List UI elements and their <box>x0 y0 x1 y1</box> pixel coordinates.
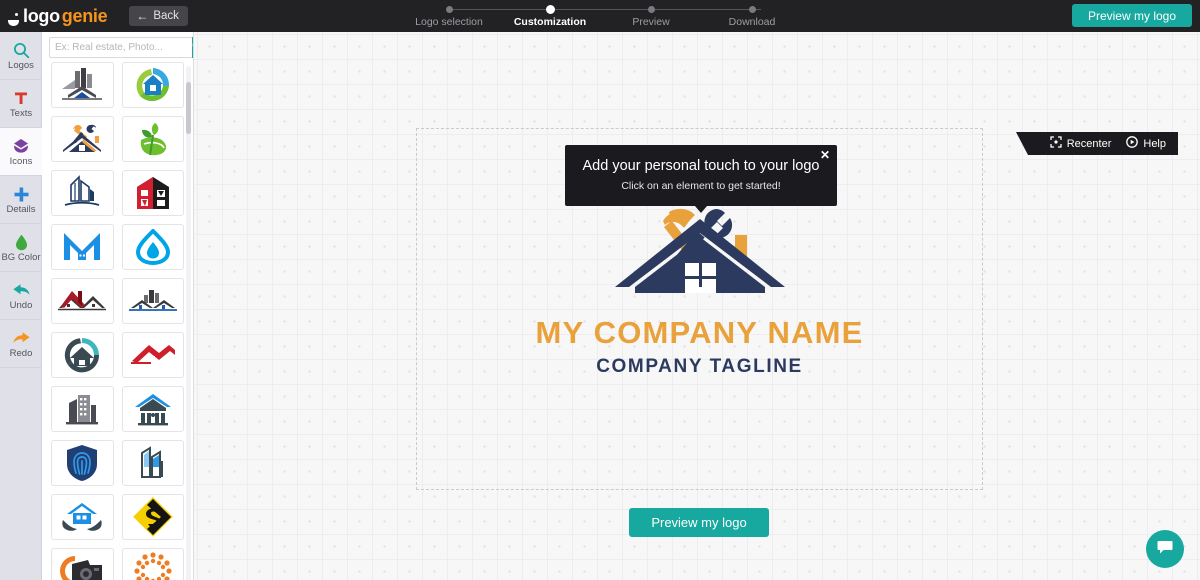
thumbnail-leaf-sprout[interactable] <box>121 116 184 162</box>
sidebar-item-label: Icons <box>9 156 33 168</box>
thumbnail-circle-house-teal[interactable] <box>51 332 114 378</box>
search-row <box>42 32 193 62</box>
tool-rail: Logos Texts Icons Details BG Color Undo … <box>0 32 42 580</box>
panel-scrollbar[interactable] <box>186 66 191 580</box>
app-logo[interactable]: logo genie <box>8 5 108 27</box>
sidebar-item-logos[interactable]: Logos <box>0 32 42 80</box>
thumbnail-roof-tools[interactable] <box>51 116 114 162</box>
redo-arrow-icon <box>12 328 31 348</box>
thumbnail-grey-towers[interactable] <box>51 386 114 432</box>
back-button-label: Back <box>153 10 179 22</box>
text-t-icon <box>13 88 29 108</box>
logo-tagline[interactable]: COMPANY TAGLINE <box>596 356 803 378</box>
panel-scrollbar-thumb[interactable] <box>186 82 191 134</box>
recenter-frame-icon <box>1050 136 1062 151</box>
thumbnail-blue-m-house[interactable] <box>51 224 114 270</box>
progress-steps: Logo selection Customization Preview Dow… <box>405 3 805 31</box>
thumbnail-buildings-roof[interactable] <box>51 62 114 108</box>
logo-thumbnail-panel <box>42 32 194 580</box>
close-icon[interactable]: ✕ <box>820 149 830 161</box>
arrow-left-icon: ← <box>136 9 149 23</box>
sidebar-item-details[interactable]: Details <box>0 176 42 224</box>
sidebar-item-label: BG Color <box>1 252 41 264</box>
recenter-button[interactable]: Recenter <box>1050 136 1112 151</box>
logo-artwork[interactable]: MY COMPANY NAME COMPANY TAGLINE <box>417 203 982 378</box>
tooltip-title: Add your personal touch to your logo <box>582 158 820 174</box>
step-dot <box>545 5 555 14</box>
onboarding-tooltip: ✕ Add your personal touch to your logo C… <box>565 145 837 213</box>
shapes-icon <box>12 136 30 156</box>
thumbnail-abstract-towers[interactable] <box>121 440 184 486</box>
thumbnail-fingerprint-shield[interactable] <box>51 440 114 486</box>
sidebar-item-label: Undo <box>9 300 33 312</box>
droplet-icon <box>15 232 28 252</box>
step-dot <box>748 6 756 13</box>
sidebar-item-icons[interactable]: Icons <box>0 128 42 176</box>
chat-bubble-icon <box>1156 538 1174 561</box>
preview-my-logo-top-button[interactable]: Preview my logo <box>1071 4 1192 27</box>
thumbnail-red-black-house[interactable] <box>121 170 184 216</box>
brand-text-logo: logo <box>23 5 60 26</box>
step-download[interactable]: Download <box>692 3 812 28</box>
step-dot <box>647 6 655 13</box>
brand-text-genie: genie <box>61 5 108 26</box>
thumbnail-camera-orange[interactable] <box>51 548 114 580</box>
thumbnail-sunburst-ring[interactable] <box>121 548 184 580</box>
thumbnail-grid <box>42 62 193 580</box>
search-icon <box>13 40 30 60</box>
chat-bubble-button[interactable] <box>1146 530 1184 568</box>
sidebar-item-label: Redo <box>9 348 33 360</box>
genie-lamp-icon <box>8 12 20 27</box>
sidebar-item-label: Texts <box>9 108 33 120</box>
thumbnail-city-skyline-roof[interactable] <box>121 278 184 324</box>
help-button[interactable]: Help <box>1126 136 1166 151</box>
thumbnail-water-drop[interactable] <box>121 224 184 270</box>
thumbnail-yellow-black-diamond[interactable] <box>121 494 184 540</box>
step-dot <box>445 6 453 13</box>
sidebar-item-redo[interactable]: Redo <box>0 320 42 368</box>
logo-company-name[interactable]: MY COMPANY NAME <box>535 315 863 351</box>
recenter-label: Recenter <box>1066 137 1112 150</box>
search-icon <box>192 40 193 55</box>
top-bar: logo genie ← Back Logo selection Customiz… <box>0 0 1200 32</box>
search-input[interactable] <box>49 36 192 58</box>
house-hammer-wrench-icon[interactable] <box>611 203 789 308</box>
tooltip-subtitle: Click on an element to get started! <box>621 180 781 192</box>
thumbnail-red-roof-house[interactable] <box>121 332 184 378</box>
preview-my-logo-bottom-button[interactable]: Preview my logo <box>629 508 769 537</box>
thumbnail-dark-red-rooftops[interactable] <box>51 278 114 324</box>
plus-icon <box>13 184 30 204</box>
thumbnail-house-in-hands[interactable] <box>51 494 114 540</box>
sidebar-item-undo[interactable]: Undo <box>0 272 42 320</box>
back-button[interactable]: ← Back <box>129 6 188 26</box>
logo-canvas[interactable]: MY COMPANY NAME COMPANY TAGLINE ✕ Add yo… <box>195 32 1200 580</box>
sidebar-item-texts[interactable]: Texts <box>0 80 42 128</box>
undo-arrow-icon <box>12 280 31 300</box>
thumbnail-tower-outline[interactable] <box>51 170 114 216</box>
play-circle-icon <box>1126 136 1139 151</box>
search-button[interactable] <box>192 36 193 58</box>
sidebar-item-bg-color[interactable]: BG Color <box>0 224 42 272</box>
thumbnail-house-circle-green[interactable] <box>121 62 184 108</box>
thumbnail-blue-home-pillars[interactable] <box>121 386 184 432</box>
help-label: Help <box>1143 137 1166 150</box>
canvas-view-bar: Recenter Help <box>1015 132 1178 155</box>
step-label: Download <box>728 16 776 28</box>
sidebar-item-label: Details <box>6 204 36 216</box>
sidebar-item-label: Logos <box>8 60 34 72</box>
